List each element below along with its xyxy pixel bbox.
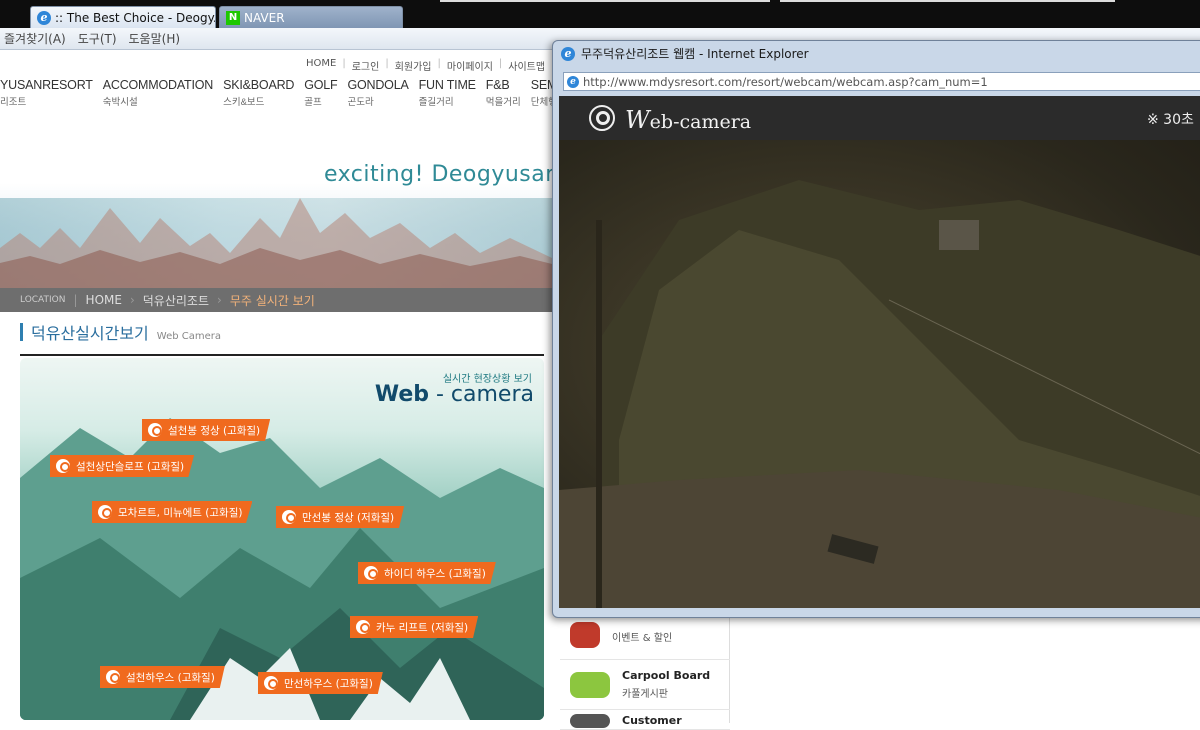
menu-favorites[interactable]: 즐겨찾기(A): [4, 30, 66, 47]
event-icon: [570, 621, 600, 648]
main-banner: exciting! Deogyusan: [0, 138, 552, 288]
cam-link-heidi-house[interactable]: 하이디 하우스 (고화질): [358, 562, 496, 584]
breadcrumb: LOCATION | HOME › 덕유산리조트 › 무주 실시간 보기: [0, 288, 552, 312]
cam-link-manseon-house[interactable]: 만선하우스 (고화질): [258, 672, 383, 694]
naver-icon: N: [226, 10, 240, 25]
breadcrumb-resort[interactable]: 덕유산리조트: [143, 292, 209, 309]
popup-title-bar[interactable]: e 무주덕유산리조트 웹캠 - Internet Explorer: [561, 45, 809, 62]
util-sitemap-link[interactable]: 사이트맵: [508, 58, 545, 73]
nav-resort[interactable]: YUSANRESORT 리조트: [0, 78, 93, 108]
banner-buildings-illustration: [0, 198, 552, 288]
car-icon: [570, 671, 610, 698]
webcam-mountain-map: 실시간 현장상황 보기 Web - camera 설천봉 정상 (고화질) 설천…: [20, 358, 544, 720]
tab-label: :: The Best Choice - Deogy...: [55, 10, 216, 25]
webcam-icon: [98, 505, 112, 519]
cam-link-seolcheon-house[interactable]: 설천하우스 (고화질): [100, 666, 225, 688]
webcam-night-slope-scene: [559, 180, 1200, 608]
cam-link-mozart-minuet[interactable]: 모차르트, 미뉴에트 (고화질): [92, 501, 253, 523]
utility-nav: HOME | 로그인 | 회원가입 | 마이페이지 | 사이트맵: [306, 58, 546, 73]
webcam-header: Web-camera ※ 30초: [559, 96, 1200, 140]
webcam-logo-icon: [589, 105, 615, 131]
webcam-icon: [364, 566, 378, 580]
quick-item-carpool[interactable]: Carpool Board 카풀게시판: [560, 660, 730, 710]
nav-gondola[interactable]: GONDOLA 곤도라: [347, 78, 408, 108]
nav-accommodation[interactable]: ACCOMMODATION 숙박시설: [103, 78, 214, 108]
menu-tools[interactable]: 도구(T): [78, 30, 117, 47]
util-join-link[interactable]: 회원가입: [395, 58, 432, 73]
main-nav: YUSANRESORT 리조트 ACCOMMODATION 숙박시설 SKI&BOA…: [0, 78, 625, 108]
mountain-illustration: [20, 418, 544, 720]
tab-deogyusan[interactable]: e :: The Best Choice - Deogy... ✕: [30, 6, 216, 28]
webcam-icon: [264, 676, 278, 690]
tab-bar-decoration: [780, 0, 1115, 2]
webcam-icon: [148, 423, 162, 437]
util-home-link[interactable]: HOME: [306, 58, 336, 73]
map-heading: Web - camera: [374, 382, 534, 407]
banner-slogan: exciting! Deogyusan: [324, 162, 552, 187]
page-title-block: 덕유산실시간보기 Web Camera: [20, 320, 221, 344]
nav-golf[interactable]: GOLF 골프: [304, 78, 337, 108]
title-accent-bar: [20, 323, 23, 341]
menu-help[interactable]: 도움말(H): [129, 30, 181, 47]
tab-label: NAVER: [244, 10, 285, 25]
nav-fnb[interactable]: F&B 먹을거리: [486, 78, 521, 108]
nav-ski-board[interactable]: SKI&BOARD 스키&보드: [223, 78, 294, 108]
refresh-note: ※ 30초: [1147, 112, 1194, 128]
popup-title: 무주덕유산리조트 웹캠 - Internet Explorer: [581, 47, 809, 61]
breadcrumb-home[interactable]: HOME: [86, 293, 122, 307]
customer-icon: [570, 714, 610, 728]
nav-fun-time[interactable]: FUN TIME 즐길거리: [419, 78, 476, 108]
popup-address-bar[interactable]: e http://www.mdysresort.com/resort/webca…: [563, 72, 1200, 91]
webcam-icon: [56, 459, 70, 473]
quick-menu: 이벤트 & 할인 Carpool Board 카풀게시판 Customer: [560, 610, 730, 730]
page-icon: e: [567, 75, 579, 88]
ie-icon: e: [37, 10, 51, 25]
webcam-icon: [106, 670, 120, 684]
lift-structure: [939, 220, 979, 250]
webcam-icon: [356, 620, 370, 634]
util-login-link[interactable]: 로그인: [352, 58, 380, 73]
title-divider: [20, 354, 544, 356]
util-mypage-link[interactable]: 마이페이지: [447, 58, 493, 73]
webcam-icon: [282, 510, 296, 524]
tab-naver[interactable]: N NAVER: [219, 6, 403, 28]
cam-link-seolcheonbong[interactable]: 설천봉 정상 (고화질): [142, 419, 271, 441]
webcam-feed-image: [559, 140, 1200, 608]
ie-icon: e: [561, 46, 575, 61]
popup-url: http://www.mdysresort.com/resort/webcam/…: [583, 74, 988, 89]
cam-link-manseonbong[interactable]: 만선봉 정상 (저화질): [276, 506, 405, 528]
browser-tab-bar: e :: The Best Choice - Deogy... ✕ N NAVE…: [0, 0, 1200, 28]
tab-bar-decoration: [440, 0, 770, 2]
breadcrumb-label: LOCATION: [20, 295, 66, 305]
breadcrumb-current: 무주 실시간 보기: [229, 293, 315, 308]
page-title: 덕유산실시간보기: [31, 324, 149, 343]
webcam-popup-window[interactable]: e 무주덕유산리조트 웹캠 - Internet Explorer e http…: [552, 40, 1200, 618]
webcam-viewer: Web-camera ※ 30초: [559, 96, 1200, 608]
cam-link-seolcheon-upper-slope[interactable]: 설천상단슬로프 (고화질): [50, 455, 195, 477]
quick-item-customer[interactable]: Customer: [560, 710, 730, 730]
cam-link-canoe-lift[interactable]: 카누 리프트 (저화질): [350, 616, 479, 638]
webcam-logo: Web-camera: [625, 106, 752, 134]
page-subtitle: Web Camera: [156, 331, 221, 342]
